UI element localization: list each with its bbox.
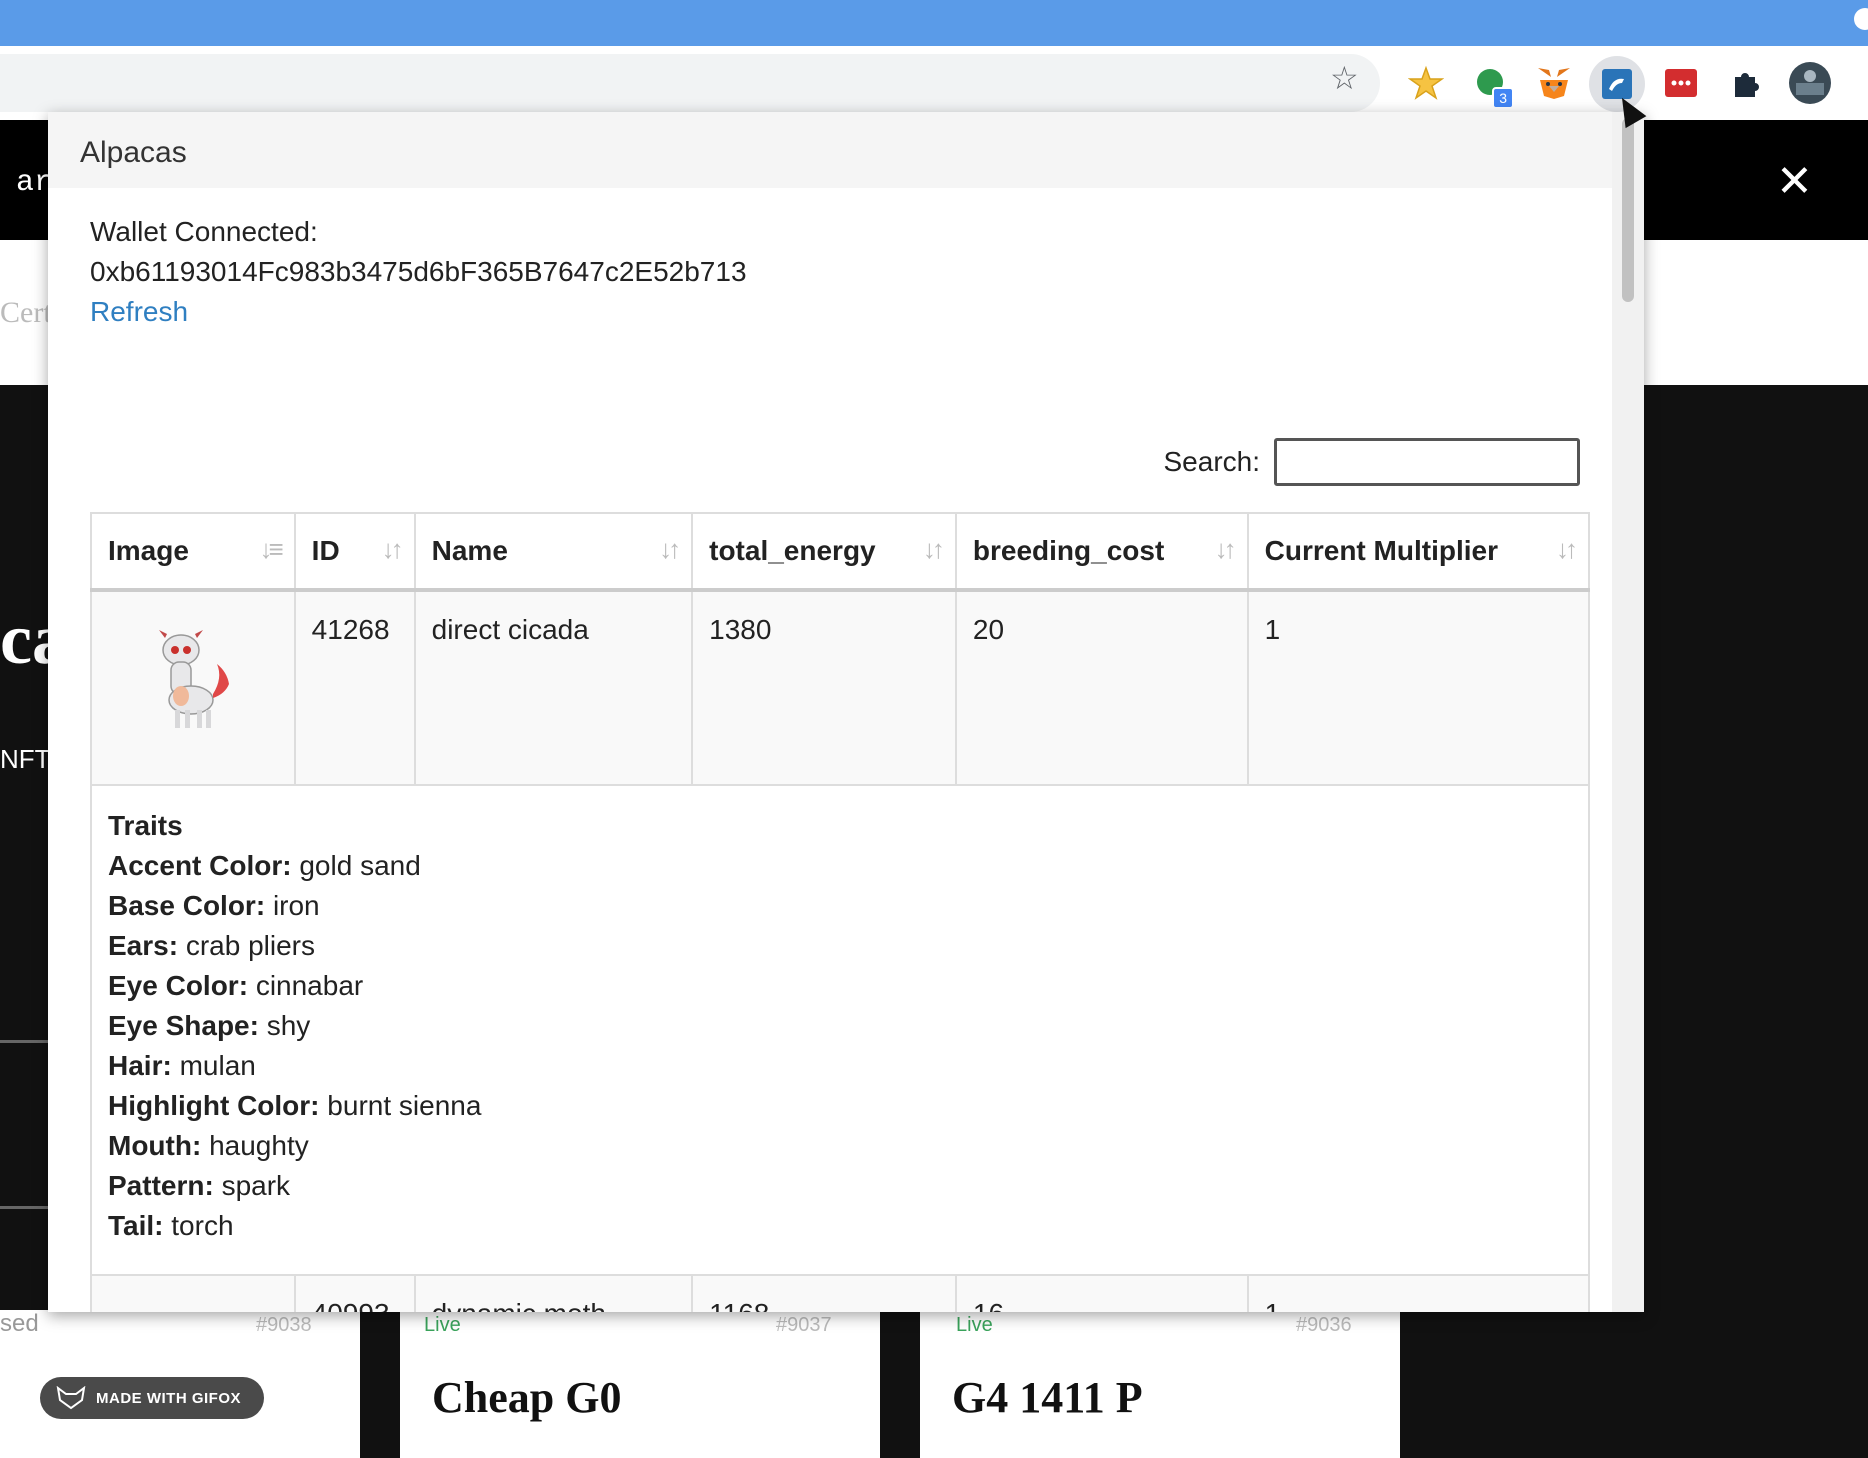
breeding-cost-cell: 20	[954, 589, 1249, 786]
scrollbar-thumb[interactable]	[1622, 118, 1634, 302]
teal-alpaca-icon	[151, 1310, 235, 1312]
trait-item: Base Color: iron	[108, 890, 320, 921]
page-cert-text: Cert	[0, 296, 52, 329]
table-header-row: Image ↓≡ ID ↓↑ Name ↓↑ total_energy ↓↑ breed…	[90, 512, 1591, 592]
table-row[interactable]: 40993 dynamic moth 1168 16 1	[90, 1274, 1591, 1312]
refresh-link[interactable]: Refresh	[90, 292, 188, 332]
profile-avatar[interactable]	[1788, 61, 1832, 105]
id-cell: 41268	[293, 589, 416, 786]
total-energy-cell: 1168	[691, 1274, 957, 1312]
card-number: #9038	[256, 1314, 312, 1336]
name-cell: dynamic moth	[413, 1274, 694, 1312]
divider	[0, 1206, 50, 1209]
search-label: Search:	[1163, 446, 1261, 477]
card-title: Cheap G0	[432, 1373, 622, 1422]
wallet-label: Wallet Connected:	[90, 216, 318, 247]
alpacas-table: Image ↓≡ ID ↓↑ Name ↓↑ total_energy ↓↑ breed…	[90, 512, 1591, 1312]
extension-badge: 3	[1492, 87, 1514, 109]
gifox-watermark: MADE WITH GIFOX	[40, 1377, 264, 1419]
wallet-address: 0xb61193014Fc983b3475d6bF365B7647c2E52b7…	[90, 256, 747, 287]
page-header-text: ar	[16, 166, 53, 200]
popup-header: Alpacas	[48, 112, 1612, 188]
total-energy-cell: 1380	[691, 589, 957, 786]
name-cell: direct cicada	[413, 589, 694, 786]
alpaca-image-cell	[90, 1274, 296, 1312]
id-cell: 40993	[293, 1274, 416, 1312]
gifox-label: MADE WITH GIFOX	[96, 1389, 241, 1407]
search-input[interactable]	[1274, 438, 1580, 486]
trait-item: Pattern: spark	[108, 1170, 291, 1201]
bookmark-star-icon[interactable]: ☆	[1330, 62, 1359, 94]
alpaca-image-cell	[90, 589, 296, 786]
column-header-current-multiplier[interactable]: Current Multiplier ↓↑	[1246, 512, 1591, 592]
trait-item: Ears: crab pliers	[108, 930, 315, 961]
table-row[interactable]: 41268 direct cicada 1380 20 1	[90, 589, 1591, 786]
popup-title: Alpacas	[80, 136, 187, 169]
chat-extension-icon[interactable]: 3	[1470, 63, 1514, 109]
sort-icon[interactable]: ↓↑	[382, 534, 404, 565]
gray-alpaca-icon	[158, 630, 229, 728]
traits-title: Traits	[108, 810, 183, 841]
window-control-icon[interactable]	[1854, 8, 1868, 30]
close-icon[interactable]: ✕	[1776, 160, 1813, 204]
alpacas-popup: Alpacas Wallet Connected: 0xb61193014Fc9…	[48, 112, 1644, 1312]
listing-card[interactable]: Live #9037 Cheap G0	[400, 1310, 880, 1458]
trait-item: Accent Color: gold sand	[108, 850, 421, 881]
divider	[0, 1040, 50, 1043]
trait-item: Mouth: haughty	[108, 1130, 309, 1161]
sort-icon[interactable]: ↓≡	[260, 534, 284, 565]
multiplier-cell: 1	[1246, 1274, 1591, 1312]
trait-item: Tail: torch	[108, 1210, 234, 1241]
popup-scrollbar[interactable]	[1612, 112, 1644, 1312]
sort-icon[interactable]: ↓↑	[1215, 534, 1237, 565]
trait-item: Highlight Color: burnt sienna	[108, 1090, 482, 1121]
column-header-image[interactable]: Image ↓≡	[90, 512, 296, 592]
card-title: G4 1411 P	[952, 1373, 1143, 1422]
column-header-total-energy[interactable]: total_energy ↓↑	[691, 512, 957, 592]
metamask-fox-icon[interactable]	[1534, 63, 1574, 103]
sort-icon[interactable]: ↓↑	[659, 534, 681, 565]
extensions-puzzle-icon[interactable]	[1725, 63, 1765, 103]
trait-item: Eye Shape: shy	[108, 1010, 311, 1041]
trait-item: Hair: mulan	[108, 1050, 256, 1081]
address-bar[interactable]	[0, 54, 1380, 112]
sort-icon[interactable]: ↓↑	[923, 534, 945, 565]
breeding-cost-cell: 16	[954, 1274, 1249, 1312]
search-row: Search:	[90, 438, 1580, 486]
card-number: #9036	[1296, 1314, 1352, 1336]
favorites-star-extension-icon[interactable]	[1406, 63, 1446, 103]
listing-card[interactable]: Live #9036 G4 1411 P	[920, 1310, 1400, 1458]
browser-tab-strip	[0, 0, 1868, 46]
column-header-id[interactable]: ID ↓↑	[293, 512, 416, 592]
sort-icon[interactable]: ↓↑	[1556, 534, 1578, 565]
trait-item: Eye Color: cinnabar	[108, 970, 364, 1001]
password-manager-icon[interactable]	[1661, 63, 1701, 103]
gifox-fox-icon	[56, 1386, 86, 1410]
card-status: Live	[956, 1314, 993, 1336]
column-header-name[interactable]: Name ↓↑	[413, 512, 694, 592]
card-status: Live	[424, 1314, 461, 1336]
traits-cell: Traits Accent Color: gold sand Base Colo…	[90, 784, 1590, 1276]
popup-content: Wallet Connected: 0xb61193014Fc983b3475d…	[90, 212, 1591, 1312]
multiplier-cell: 1	[1246, 589, 1591, 786]
card-sed-text: sed	[0, 1310, 39, 1337]
browser-toolbar: ☆ 3	[0, 46, 1868, 121]
traits-row: Traits Accent Color: gold sand Base Colo…	[90, 784, 1590, 1276]
card-number: #9037	[776, 1314, 832, 1336]
column-header-breeding-cost[interactable]: breeding_cost ↓↑	[954, 512, 1249, 592]
